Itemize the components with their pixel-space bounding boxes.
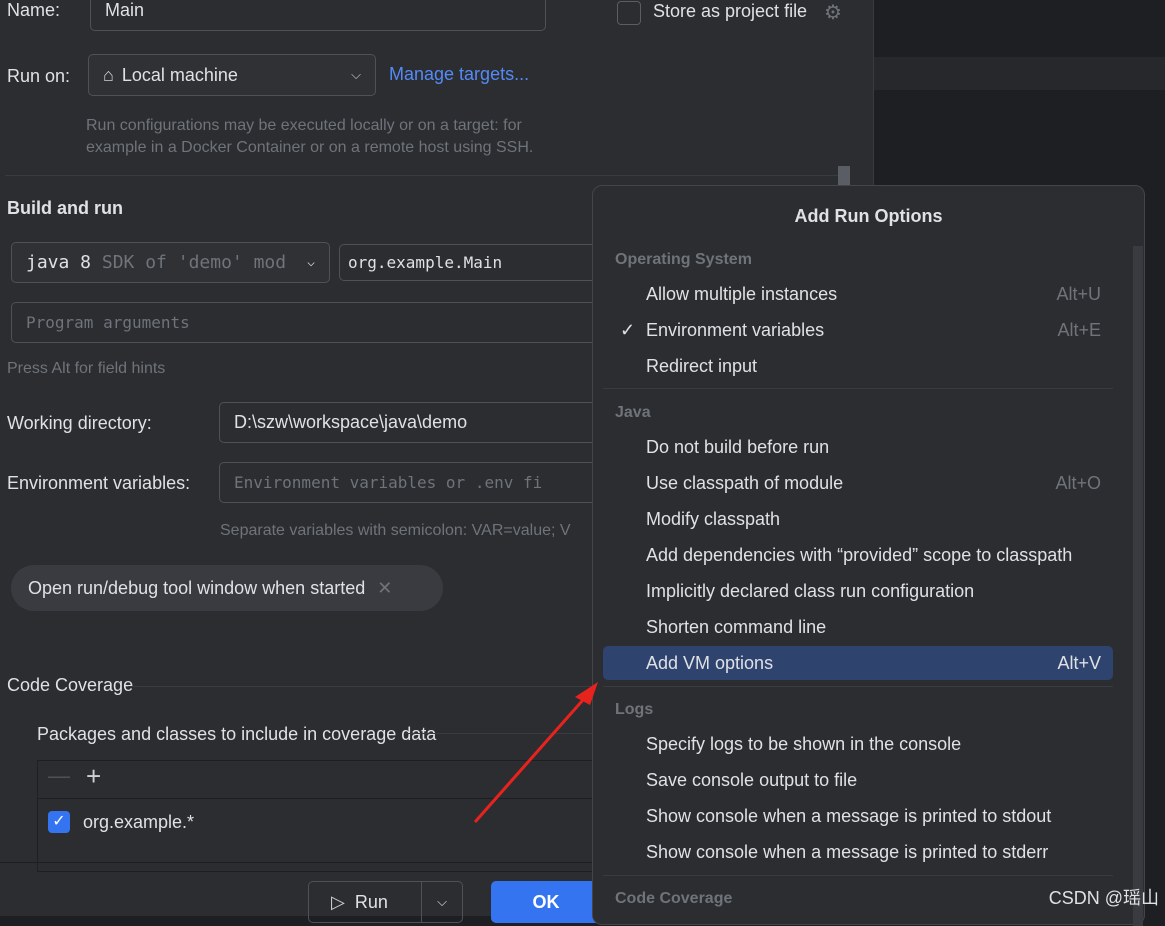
watermark: CSDN @瑶山 [1048,888,1159,908]
red-annotation-arrow [473,682,598,823]
